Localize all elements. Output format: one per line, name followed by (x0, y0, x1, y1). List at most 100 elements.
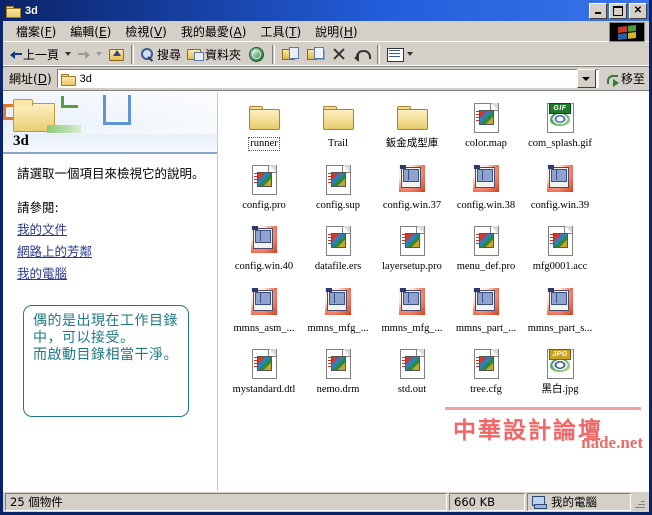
file-icon-box (320, 285, 356, 319)
folder-up-icon (108, 46, 125, 62)
search-button[interactable]: 搜尋 (137, 43, 184, 65)
file-item[interactable]: Trail (301, 100, 375, 151)
back-button[interactable]: 上一頁 (7, 43, 62, 65)
file-item[interactable]: mmns_part_... (449, 285, 523, 336)
file-item[interactable]: mystandard.dtl (227, 346, 301, 397)
menu-item-help[interactable]: 說明(H) (308, 21, 364, 42)
windows-flag-icon (609, 22, 645, 42)
file-icon-box (542, 285, 578, 319)
back-dropdown-icon[interactable] (65, 52, 72, 56)
file-name-label: mmns_part_s... (527, 322, 593, 334)
menu-item-view[interactable]: 檢視(V) (118, 21, 174, 42)
toolbar-separator (131, 44, 135, 64)
window-resize-grip[interactable] (633, 494, 647, 510)
file-item[interactable]: mmns_mfg_... (375, 285, 449, 336)
file-icon-box (394, 162, 430, 196)
file-name-label: config.win.37 (382, 199, 442, 211)
address-dropdown-button[interactable] (576, 69, 596, 88)
search-icon (140, 47, 156, 62)
move-to-icon (281, 46, 300, 62)
file-item[interactable]: layersetup.pro (375, 223, 449, 274)
file-item[interactable]: JPG 黑白.jpg (523, 346, 597, 397)
file-name-label: mmns_asm_... (233, 322, 295, 334)
link-my-documents[interactable]: 我的文件 (17, 219, 205, 238)
file-icon-box (246, 162, 282, 196)
forward-button[interactable] (74, 43, 93, 65)
delete-button[interactable] (328, 43, 350, 65)
address-value: 3d (79, 72, 92, 85)
see-also-label: 請參閱: (17, 199, 59, 215)
file-icon-box (246, 346, 282, 380)
file-item[interactable]: color.map (449, 100, 523, 151)
file-item[interactable]: GIF com_splash.gif (523, 100, 597, 151)
task-pane: 3d 請選取一個項目來檢視它的說明。 請參閱: 我的文件 網路上的芳鄰 我的電腦… (3, 92, 218, 491)
views-dropdown-icon[interactable] (407, 52, 414, 56)
file-name-label: layersetup.pro (382, 261, 442, 273)
link-my-network[interactable]: 網路上的芳鄰 (17, 241, 205, 260)
file-icon-box (394, 100, 430, 134)
file-item[interactable]: config.win.39 (523, 162, 597, 213)
file-item[interactable]: mmns_mfg_... (301, 285, 375, 336)
status-bar: 25 個物件 660 KB 我的電腦 (3, 491, 649, 512)
file-icon-box (394, 346, 430, 380)
file-item[interactable]: menu_def.pro (449, 223, 523, 274)
file-icon-box (320, 346, 356, 380)
file-item[interactable]: 鈑金成型庫 (375, 100, 449, 151)
file-item[interactable]: runner (227, 100, 301, 151)
go-button[interactable]: 移至 (605, 70, 645, 87)
file-item[interactable]: config.win.40 (227, 223, 301, 274)
file-item[interactable]: config.sup (301, 162, 375, 213)
file-item[interactable]: std.out (375, 346, 449, 397)
file-item[interactable]: mmns_part_s... (523, 285, 597, 336)
file-item[interactable]: datafile.ers (301, 223, 375, 274)
go-label: 移至 (620, 72, 645, 86)
file-icon-box (468, 285, 504, 319)
file-item[interactable]: mfg0001.acc (523, 223, 597, 274)
maximize-button[interactable] (609, 2, 627, 19)
file-item[interactable]: config.win.38 (449, 162, 523, 213)
go-arrow-icon (605, 72, 620, 87)
window-body: 3d 請選取一個項目來檢視它的說明。 請參閱: 我的文件 網路上的芳鄰 我的電腦… (3, 91, 649, 491)
search-label: 搜尋 (157, 47, 182, 62)
decorative-green-bar (47, 125, 81, 133)
task-pane-content: 請選取一個項目來檢視它的說明。 請參閱: 我的文件 網路上的芳鄰 我的電腦 (3, 154, 217, 291)
views-button[interactable] (383, 43, 419, 65)
menu-item-favorites[interactable]: 我的最愛(A) (174, 21, 254, 42)
file-item[interactable]: config.win.37 (375, 162, 449, 213)
window-title: 3d (25, 4, 38, 17)
folder-icon (6, 5, 21, 18)
minimize-button[interactable] (589, 2, 607, 19)
file-name-label: menu_def.pro (456, 261, 516, 273)
file-list-pane[interactable]: runner Trail 鈑金成型庫 color.map GIF com_splash.g… (218, 92, 649, 491)
menu-item-edit[interactable]: 編輯(E) (63, 21, 118, 42)
folder-icon (60, 73, 76, 86)
file-name-label: config.win.40 (234, 261, 294, 273)
file-item[interactable]: nemo.drm (301, 346, 375, 397)
file-icon-box (468, 223, 504, 257)
file-item[interactable]: config.pro (227, 162, 301, 213)
file-name-label: nemo.drm (316, 384, 360, 396)
file-item[interactable]: mmns_asm_... (227, 285, 301, 336)
file-item[interactable]: tree.cfg (449, 346, 523, 397)
annotation-callout: 偶的是出現在工作目錄中，可以接受。 而啟動目錄相當干淨。 (23, 305, 189, 417)
file-icon-box (394, 223, 430, 257)
copy-to-button[interactable] (303, 43, 328, 65)
decorative-blue-square-top (103, 95, 131, 101)
menu-item-file[interactable]: 檔案(F) (9, 21, 63, 42)
menu-item-tools[interactable]: 工具(T) (253, 21, 308, 42)
forward-dropdown-icon[interactable] (96, 52, 103, 56)
link-my-computer[interactable]: 我的電腦 (17, 263, 205, 282)
file-name-label: mmns_mfg_... (307, 322, 369, 334)
file-name-label: config.win.38 (456, 199, 516, 211)
close-button[interactable]: ✕ (629, 2, 647, 19)
title-bar[interactable]: 3d ✕ (3, 0, 649, 21)
file-name-label: config.pro (242, 199, 286, 211)
status-item-count: 25 個物件 (5, 493, 447, 511)
history-button[interactable] (244, 43, 269, 65)
up-button[interactable] (105, 43, 128, 65)
move-to-button[interactable] (278, 43, 303, 65)
address-label: 網址(D) (9, 72, 52, 86)
address-input[interactable]: 3d (56, 69, 599, 88)
undo-button[interactable] (350, 43, 374, 65)
folders-button[interactable]: 資料夾 (184, 43, 244, 65)
